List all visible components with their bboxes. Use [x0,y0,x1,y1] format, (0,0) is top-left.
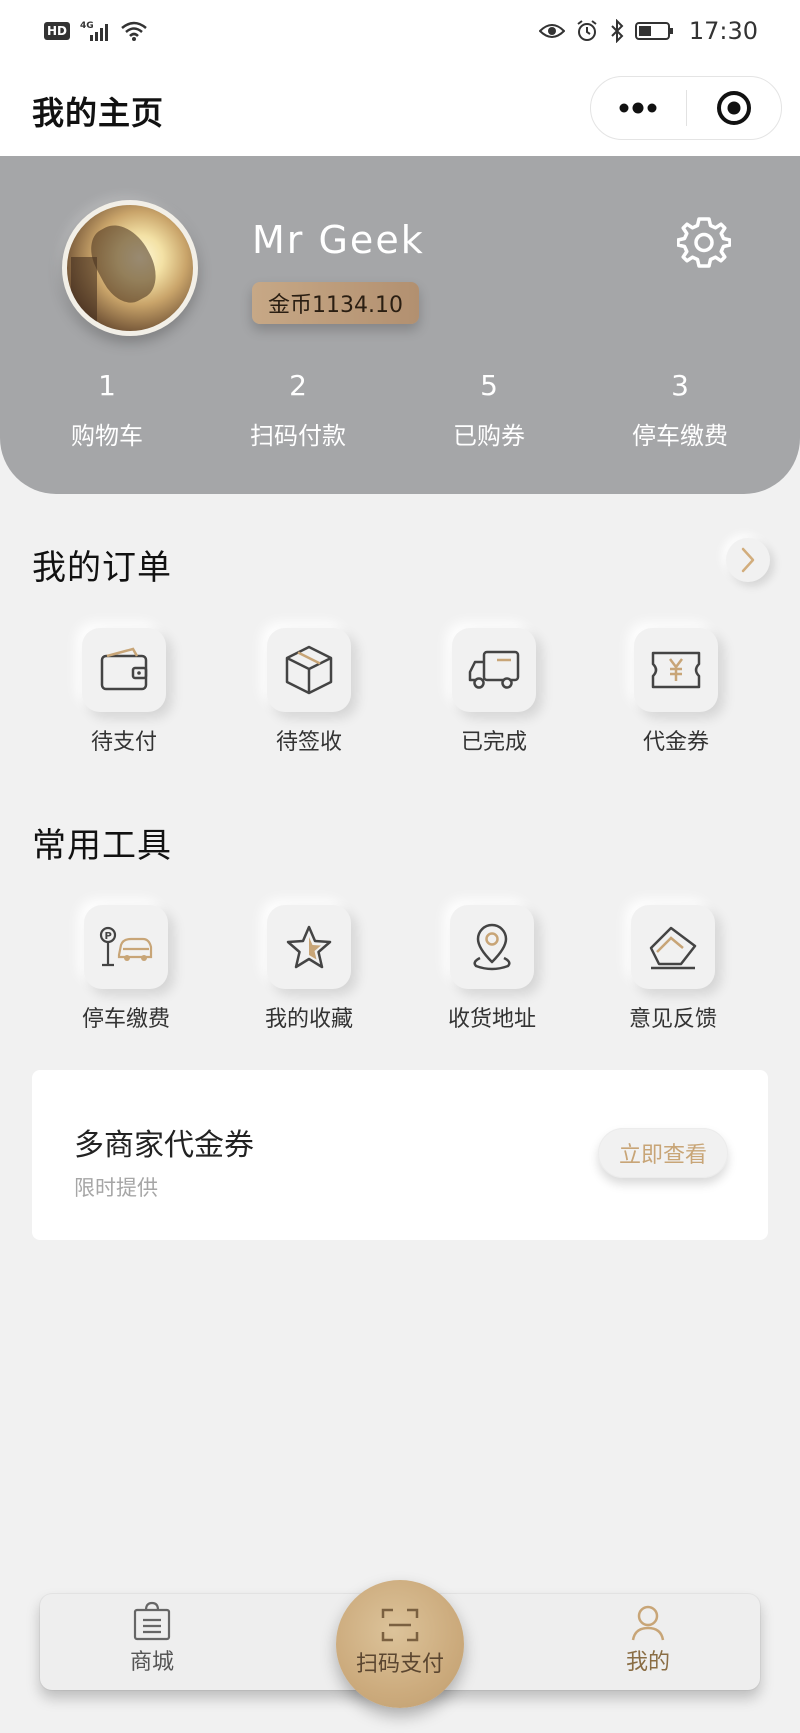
username: Mr Geek [252,218,425,262]
wallet-icon [82,628,166,712]
parking-icon: P [84,905,168,989]
clock-time: 17:30 [688,17,758,45]
star-icon [267,905,351,989]
stat-label: 停车缴费 [632,422,728,450]
promo-subtitle: 限时提供 [74,1176,158,1200]
tab-label: 扫码支付 [355,1652,444,1677]
svg-text:4G: 4G [80,21,94,31]
tool-item-label: 收货地址 [447,1007,536,1032]
tool-item-label: 我的收藏 [264,1007,353,1032]
stat-cart[interactable]: 1 购物车 [12,366,202,451]
tool-feedback[interactable]: 意见反馈 [603,905,743,1033]
profile-header: Mr Geek 金币1134.10 1 购物车 2 扫码付款 5 已购券 3 停… [0,156,800,494]
tab-mine[interactable]: 我的 [568,1594,728,1690]
truck-icon [452,628,536,712]
order-item-label: 待支付 [90,730,157,755]
tab-label: 我的 [625,1650,670,1675]
scan-pay-button[interactable]: 扫码支付 [336,1580,464,1708]
status-right: 17:30 [538,17,758,45]
status-left: HD 4G [44,20,148,42]
settings-button[interactable] [676,214,732,270]
voucher-icon [634,628,718,712]
tab-label: 商城 [129,1650,174,1675]
stat-count: 5 [480,369,498,402]
stat-count: 2 [289,369,307,402]
title-bar: 我的主页 [0,62,800,156]
svg-text:P: P [105,931,112,942]
promo-title: 多商家代金券 [74,1128,254,1163]
view-now-button[interactable]: 立即查看 [598,1128,728,1178]
scan-icon [336,1580,464,1642]
feedback-icon [631,905,715,989]
target-icon [716,91,751,125]
package-icon [267,628,351,712]
more-icon [619,102,657,114]
orders-section-title: 我的订单 [32,548,172,588]
order-pending-receipt[interactable]: 待签收 [239,628,379,756]
order-item-label: 待签收 [275,730,342,755]
cellular-signal-icon: 4G [80,20,110,42]
stat-label: 购物车 [71,422,143,450]
chevron-right-icon [741,547,755,573]
stat-scan-pay[interactable]: 2 扫码付款 [203,366,393,451]
coin-balance-badge: 金币1134.10 [252,282,419,324]
order-pending-payment[interactable]: 待支付 [54,628,194,756]
tool-item-label: 停车缴费 [81,1007,170,1032]
stat-parking-fee[interactable]: 3 停车缴费 [585,366,775,451]
stat-label: 扫码付款 [250,422,346,450]
order-vouchers[interactable]: 代金券 [606,628,746,756]
wifi-icon [120,20,148,42]
stat-label: 已购券 [453,422,525,450]
stat-count: 3 [671,369,689,402]
avatar[interactable] [62,200,198,336]
tool-item-label: 意见反馈 [628,1007,717,1032]
hd-badge: HD [44,22,71,40]
more-button[interactable] [591,76,686,140]
status-bar: HD 4G 17:30 [0,0,800,62]
alarm-icon [575,19,599,43]
tool-parking-fee[interactable]: P 停车缴费 [56,905,196,1033]
tool-delivery-address[interactable]: 收货地址 [422,905,562,1033]
tab-shop[interactable]: 商城 [72,1594,232,1690]
tools-section-title: 常用工具 [32,826,172,866]
eye-icon [538,21,565,41]
multi-merchant-voucher-card: 多商家代金券 限时提供 立即查看 [32,1070,768,1240]
miniprogram-capsule [590,76,782,140]
battery-icon [634,20,675,42]
order-item-label: 已完成 [460,730,527,755]
page-title: 我的主页 [32,94,165,132]
bluetooth-icon [609,19,625,43]
order-item-label: 代金券 [642,730,709,755]
stat-purchased-coupons[interactable]: 5 已购券 [394,366,584,451]
location-icon [450,905,534,989]
shop-bag-icon [72,1594,232,1642]
stat-count: 1 [98,369,116,402]
tool-my-favorites[interactable]: 我的收藏 [239,905,379,1033]
order-completed[interactable]: 已完成 [424,628,564,756]
orders-more-button[interactable] [726,538,770,582]
gear-icon [677,217,731,268]
user-icon [568,1594,728,1642]
close-miniprogram-button[interactable] [686,76,781,140]
